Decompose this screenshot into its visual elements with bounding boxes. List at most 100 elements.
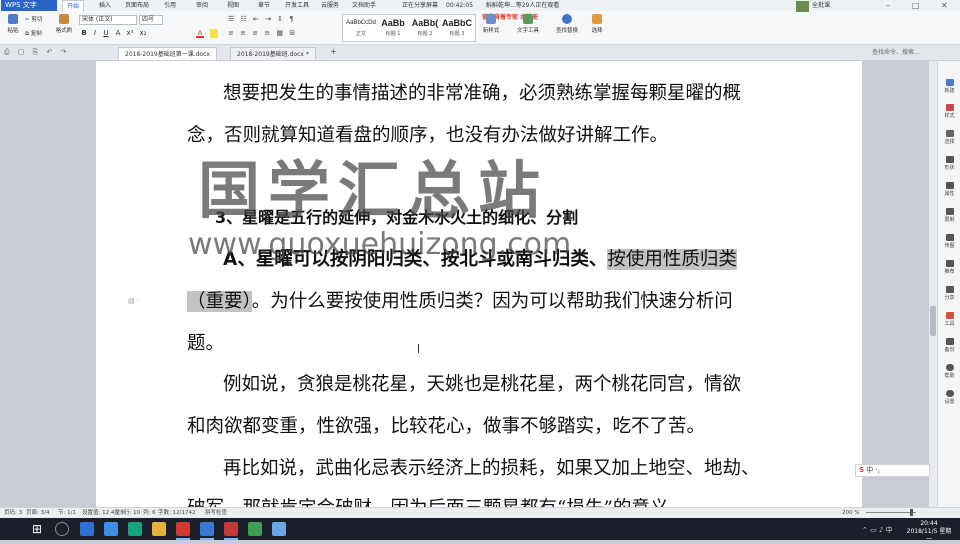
paste-button[interactable]: 粘贴 <box>4 14 22 34</box>
right-task-panel: 新建 样式 选择 形状 属性 限制 传图 推荐 分享 工具 备份 帮助 设置 <box>937 61 960 507</box>
status-row: 行: 10 <box>124 510 141 516</box>
status-zoom-level[interactable]: 200 % <box>842 508 859 518</box>
panel-backup-button[interactable]: 备份 <box>939 338 960 353</box>
select-button[interactable]: 选择 <box>586 14 608 34</box>
maximize-icon[interactable]: □ <box>912 0 920 11</box>
style-heading-1[interactable]: AaBb 标题 1 <box>377 17 409 41</box>
text-tools-icon <box>523 14 533 24</box>
quick-access-toolbar[interactable]: ⎙ ▢ ⎘ ↶ ↷ <box>4 48 69 57</box>
paragraph-2-line-1: 例如说，贪狼是桃花星，天姚也是桃花星，两个桃花同宫，情欲 <box>223 374 742 395</box>
status-word-count[interactable]: 字数: 12/1742 <box>158 508 195 518</box>
document-tab-bar: ⎙ ▢ ⎘ ↶ ↷ 2018-2019基础班第一课.docx 2018-2019… <box>0 45 960 61</box>
strikethrough-button[interactable]: A <box>114 29 122 38</box>
zoom-slider-track[interactable] <box>866 512 916 513</box>
style-heading-3[interactable]: AaBbC 标题 3 <box>441 17 473 41</box>
new-tab-icon[interactable]: + <box>330 47 337 56</box>
ie-icon[interactable] <box>80 522 94 536</box>
style-normal[interactable]: AaBbCcDd 正文 <box>345 17 377 41</box>
subscript-button[interactable]: x₂ <box>139 29 147 38</box>
panel-recommend-button[interactable]: 推荐 <box>939 260 960 275</box>
style-icon <box>945 104 954 111</box>
vertical-scrollbar[interactable] <box>929 61 937 507</box>
menu-references[interactable]: 引用 <box>164 0 176 11</box>
watermark-url: www.guoxuehuizong.com <box>188 227 572 262</box>
format-painter-button[interactable]: 格式刷 <box>54 14 74 34</box>
wps-taskbar-icon[interactable] <box>176 522 190 540</box>
menu-insert[interactable]: 插入 <box>99 0 111 11</box>
image-icon <box>945 234 954 241</box>
windows-start-icon[interactable]: ⊞ <box>30 522 44 536</box>
highlight-icon[interactable] <box>210 29 218 38</box>
paragraph-a-line-3: 题。 <box>187 333 225 354</box>
store-icon[interactable] <box>128 522 142 536</box>
panel-properties-button[interactable]: 属性 <box>939 182 960 197</box>
style-heading-2[interactable]: AaBb( 标题 2 <box>409 17 441 41</box>
list-buttons[interactable]: ☰ ☷ ⇤ ⇥ ↕ ¶ <box>228 15 296 23</box>
app-menu-button[interactable]: WPS 文字 <box>1 0 57 11</box>
live-app-icon[interactable] <box>224 522 238 540</box>
wechat-icon[interactable] <box>248 522 262 536</box>
bold-button[interactable]: B <box>80 29 88 38</box>
zoom-slider-handle[interactable] <box>910 509 913 516</box>
panel-share-button[interactable]: 分享 <box>939 286 960 301</box>
superscript-button[interactable]: x² <box>126 29 134 38</box>
status-column: 列: 6 <box>143 510 156 516</box>
close-icon[interactable]: ✕ <box>941 0 948 11</box>
screen-share-status: 正在分享屏幕 <box>402 2 439 9</box>
text-caret <box>418 344 419 353</box>
minimize-icon[interactable]: – <box>886 0 890 11</box>
new-style-button[interactable]: 新样式 <box>478 14 504 34</box>
app-icon[interactable] <box>272 522 286 536</box>
panel-shape-button[interactable]: 形状 <box>939 156 960 171</box>
search-icon[interactable] <box>55 522 69 536</box>
panel-tools-button[interactable]: 工具 <box>939 312 960 327</box>
scrollbar-thumb[interactable] <box>930 306 936 336</box>
panel-settings-button[interactable]: 设置 <box>939 390 960 405</box>
tab-document-2[interactable]: 2018-2019基础班.docx * <box>230 47 316 60</box>
cut-button[interactable]: ✂ 剪切 <box>25 15 42 23</box>
panel-upload-image-button[interactable]: 传图 <box>939 234 960 249</box>
menu-view[interactable]: 视图 <box>227 0 239 11</box>
tray-icons[interactable]: ⌃ ▭ ♪ 中 <box>862 525 893 535</box>
style-gallery: AaBbCcDd 正文 AaBb 标题 1 AaBb( 标题 2 AaBbC 标… <box>342 14 476 42</box>
underline-button[interactable]: U <box>102 29 110 38</box>
avatar[interactable] <box>796 1 809 12</box>
document-page[interactable]: 想要把发生的事情描述的非常准确，必须熟练掌握每颗星曜的概 念，否则就算知道看盘的… <box>96 61 862 507</box>
copy-button[interactable]: ⧉ 复制 <box>25 29 42 38</box>
font-size-select[interactable]: 四号 <box>139 15 163 25</box>
text-tools-button[interactable]: 文字工具 <box>512 14 544 34</box>
status-spell-check[interactable]: 拼写检查 <box>205 508 227 518</box>
status-page-number: 页码: 3 <box>4 510 23 516</box>
command-search-input[interactable]: 查找命令、搜索... <box>868 47 958 59</box>
taskbar-clock[interactable]: 20:44 2018/11/5 星期一 <box>906 520 952 544</box>
lock-icon <box>945 208 954 215</box>
menu-home[interactable]: 开始 <box>62 0 85 12</box>
folder-icon[interactable] <box>152 522 166 536</box>
edge-icon[interactable] <box>104 522 118 536</box>
menu-page-layout[interactable]: 页面布局 <box>125 0 149 11</box>
menu-section[interactable]: 章节 <box>258 0 270 11</box>
panel-select-button[interactable]: 选择 <box>939 130 960 145</box>
panel-new-button[interactable]: 新建 <box>939 79 960 94</box>
panel-restrict-button[interactable]: 限制 <box>939 208 960 223</box>
status-pages: 页面: 3/4 <box>26 510 50 516</box>
italic-button[interactable]: I <box>91 29 99 38</box>
new-icon <box>945 79 954 86</box>
user-name[interactable]: 全批课 <box>812 0 830 11</box>
menu-cloud[interactable]: 云服务 <box>321 0 339 11</box>
menu-review[interactable]: 审阅 <box>196 0 208 11</box>
panel-style-button[interactable]: 样式 <box>939 104 960 119</box>
font-name-select[interactable]: 宋体 (正文) <box>79 15 137 25</box>
properties-icon <box>945 182 954 189</box>
menu-developer[interactable]: 开发工具 <box>285 0 309 11</box>
tab-document-1[interactable]: 2018-2019基础班第一课.docx <box>118 47 217 60</box>
align-buttons[interactable]: ≡ ≡ ≡ ≡ ▦ ⊞ <box>228 29 297 37</box>
ime-toolbar[interactable]: S 中 ·, <box>855 464 930 477</box>
panel-help-button[interactable]: 帮助 <box>939 364 960 379</box>
menu-doc-assistant[interactable]: 文档助手 <box>352 0 376 11</box>
wps-writer-taskbar-icon[interactable] <box>200 522 214 540</box>
find-replace-button[interactable]: 查找替换 <box>551 14 583 34</box>
paragraph-marker-icon[interactable]: ▤ · <box>128 297 139 305</box>
brush-icon <box>59 14 69 24</box>
font-color-button[interactable]: A <box>196 29 204 38</box>
